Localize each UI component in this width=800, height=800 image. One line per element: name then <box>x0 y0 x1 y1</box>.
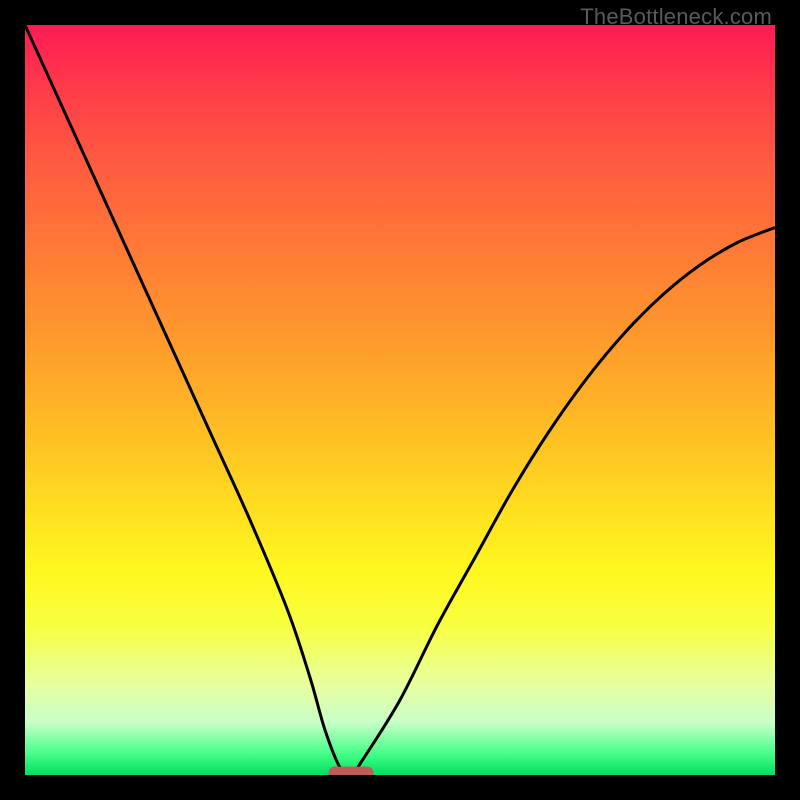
chart-frame: TheBottleneck.com <box>0 0 800 800</box>
watermark: TheBottleneck.com <box>580 4 772 30</box>
severity-gradient <box>25 25 775 775</box>
ideal-marker <box>329 767 374 775</box>
plot-area <box>25 25 775 775</box>
